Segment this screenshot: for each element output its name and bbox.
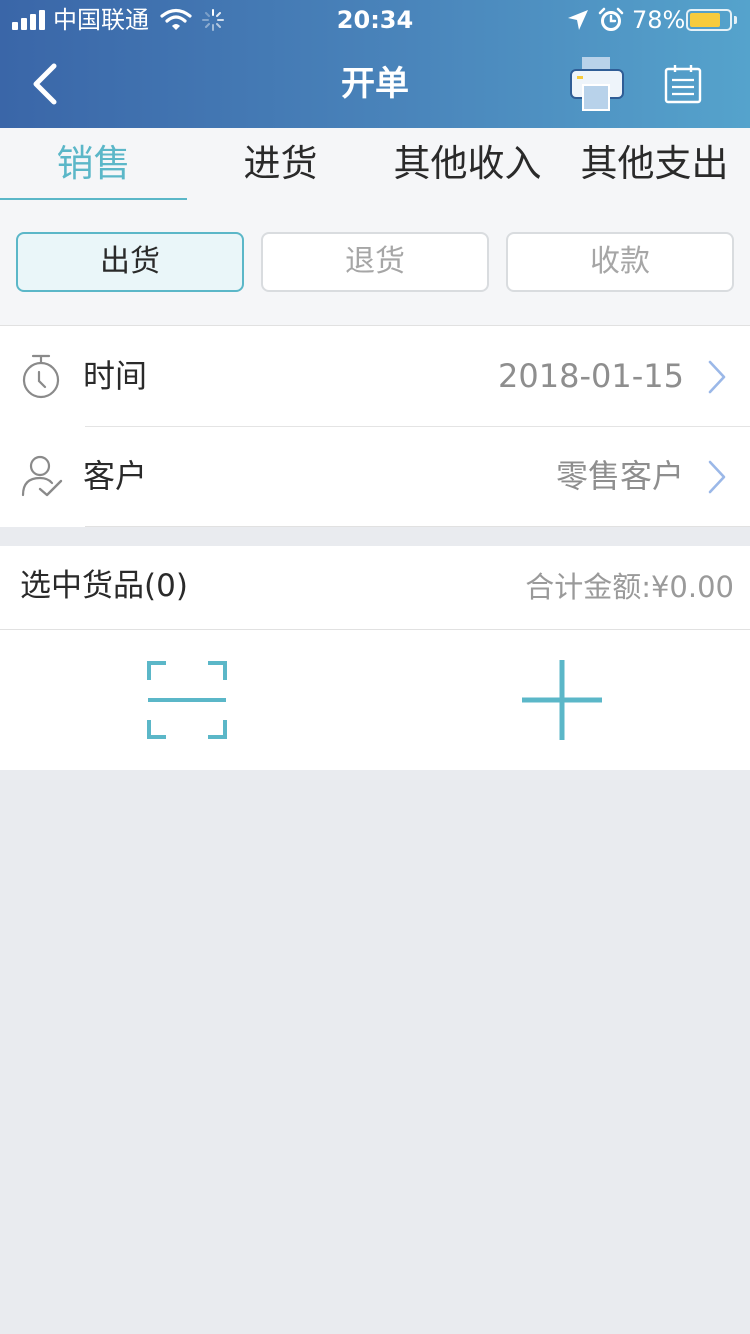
app-header: 中国联通 20:34 78% 开单: [0, 0, 750, 128]
total-amount: 合计金额:¥0.00: [525, 570, 734, 604]
segment-return[interactable]: 退货: [261, 232, 489, 292]
selected-goods-header: 选中货品(0) 合计金额:¥0.00: [0, 546, 750, 630]
order-info-panel: 时间 2018-01-15 客户 零售客户: [0, 325, 750, 527]
status-bar: 中国联通 20:34 78%: [0, 0, 750, 40]
customer-label: 客户: [83, 457, 148, 495]
battery-percent: 78%: [632, 6, 686, 34]
segment-ship-out[interactable]: 出货: [16, 232, 244, 292]
printer-icon[interactable]: [568, 56, 626, 112]
battery-tip: [734, 16, 737, 24]
tab-other-income[interactable]: 其他收入: [374, 128, 561, 200]
tab-sales[interactable]: 销售: [0, 128, 187, 200]
tab-purchase[interactable]: 进货: [187, 128, 374, 200]
segment-collect-payment[interactable]: 收款: [506, 232, 734, 292]
user-check-icon: [21, 455, 63, 497]
customer-value: 零售客户: [555, 457, 684, 495]
chevron-right-icon: [708, 460, 726, 494]
alarm-icon: [598, 7, 624, 31]
time-row[interactable]: 时间 2018-01-15: [0, 326, 750, 426]
order-type-segment: 出货 退货 收款: [0, 200, 750, 325]
page-title: 开单: [341, 64, 409, 104]
notepad-icon[interactable]: [663, 63, 703, 105]
row-divider: [85, 526, 750, 527]
customer-row[interactable]: 客户 零售客户: [0, 426, 750, 526]
goods-actions: [0, 630, 750, 770]
category-tabs: 销售 进货 其他收入 其他支出: [0, 128, 750, 200]
back-chevron-icon[interactable]: [26, 60, 66, 108]
chevron-right-icon: [708, 360, 726, 394]
time-label: 时间: [83, 357, 148, 395]
scan-icon[interactable]: [146, 660, 228, 740]
tab-other-expense[interactable]: 其他支出: [561, 128, 748, 200]
stopwatch-icon: [22, 354, 60, 399]
location-arrow-icon: [568, 10, 588, 30]
battery-icon: [686, 9, 732, 31]
time-value: 2018-01-15: [498, 357, 684, 395]
add-icon[interactable]: [522, 660, 602, 740]
selected-goods-title: 选中货品(0): [20, 568, 188, 604]
